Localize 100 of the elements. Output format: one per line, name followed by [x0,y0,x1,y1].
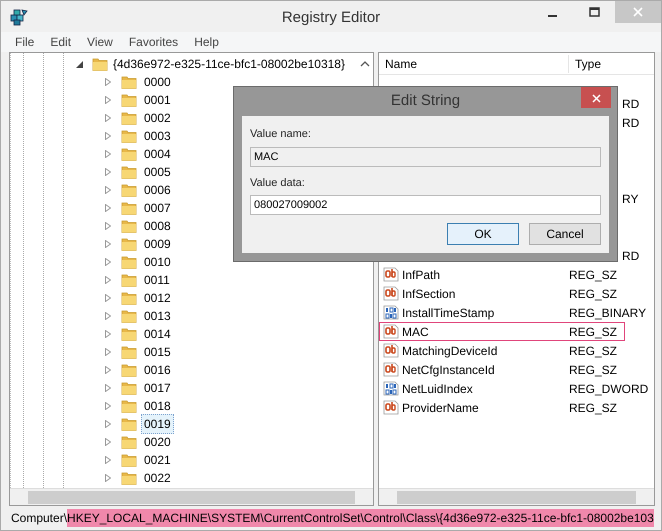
binary-value-icon [383,381,399,396]
value-type: REG_SZ [569,362,618,378]
value-type: REG_SZ [569,324,618,340]
tree-item[interactable]: 0008 [141,216,174,236]
value-type: RD [622,114,640,132]
value-type: RD [622,96,640,112]
cancel-button[interactable]: Cancel [529,223,601,245]
value-name[interactable]: NetLuidIndex [402,380,473,398]
value-type: REG_DWORD [569,380,648,398]
expand-triangle-icon[interactable] [105,276,111,284]
tree-item[interactable]: 0021 [141,450,174,470]
tree-item[interactable]: 0007 [141,198,174,218]
expand-triangle-icon[interactable] [105,474,111,482]
folder-icon [121,237,137,251]
tree-item[interactable]: 0016 [141,360,174,380]
expand-triangle-icon[interactable] [105,204,111,212]
close-button[interactable] [581,87,611,108]
folder-icon [121,291,137,305]
value-name[interactable]: InstallTimeStamp [402,304,494,322]
tree-item[interactable]: 0022 [141,468,174,488]
menu-item[interactable]: Help [186,32,227,52]
expand-triangle-icon[interactable] [105,438,111,446]
value-name[interactable]: MAC [402,322,429,340]
tree-item[interactable]: 0011 [141,270,173,290]
menu-item[interactable]: File [7,32,42,52]
expand-triangle-icon[interactable] [105,294,111,302]
value-data-field[interactable]: 080027009002 [250,195,601,215]
expand-triangle-icon[interactable] [105,384,111,392]
folder-icon [121,327,137,341]
value-name[interactable]: MatchingDeviceId [402,342,498,360]
string-value-icon [383,343,399,358]
expand-triangle-icon[interactable] [105,132,111,140]
folder-icon [121,255,137,269]
tree-item[interactable]: 0014 [141,324,174,344]
value-type: REG_SZ [569,342,618,360]
expand-triangle-icon[interactable] [105,78,111,86]
column-header[interactable]: Name [379,54,569,72]
value-name[interactable]: InfPath [402,266,440,284]
tree-item[interactable]: 0001 [141,90,174,110]
tree-item[interactable]: 0002 [141,108,174,128]
value-name[interactable]: ProviderName [402,398,479,416]
tree-item[interactable]: {4d36e972-e325-11ce-bfc1-08002be10318} [110,54,348,74]
tree-item[interactable]: 0015 [141,342,174,362]
folder-icon [121,363,137,377]
expand-triangle-icon[interactable] [105,186,111,194]
expand-triangle-icon[interactable] [105,240,111,248]
tree-item[interactable]: 0000 [141,72,174,92]
menu-item[interactable]: View [79,32,121,52]
expand-triangle-icon[interactable] [105,420,111,428]
scrollbar-thumb[interactable] [28,490,355,504]
value-name[interactable]: InfSection [402,284,456,302]
close-icon [633,7,643,17]
scrollbar-thumb[interactable] [397,490,636,504]
value-type: RD [622,248,640,264]
tree-item[interactable]: 0020 [141,432,174,452]
tree-item[interactable]: 0003 [141,126,174,146]
expand-triangle-icon[interactable] [105,330,111,338]
tree-item[interactable]: 0006 [141,180,174,200]
tree-item[interactable]: 0005 [141,162,174,182]
value-name[interactable]: NetCfgInstanceId [402,360,495,378]
tree-item[interactable]: 0018 [141,396,174,416]
expand-triangle-icon[interactable] [105,222,111,230]
expand-triangle-icon[interactable] [105,456,111,464]
close-icon [592,94,600,103]
folder-icon [121,453,137,467]
expand-triangle-icon[interactable] [105,258,111,266]
expand-triangle-icon[interactable] [105,96,111,104]
folder-icon [121,309,137,323]
tree-item[interactable]: 0013 [141,306,174,326]
column-header[interactable]: Type [569,54,602,72]
tree-item[interactable]: 0017 [141,378,174,398]
folder-icon [121,129,137,143]
folder-icon [121,219,137,233]
string-value-icon [383,324,399,339]
expand-triangle-icon[interactable] [105,348,111,356]
expand-triangle-icon[interactable] [105,150,111,158]
string-value-icon [383,362,399,377]
expand-triangle-icon[interactable] [105,312,111,320]
folder-icon [121,273,137,287]
value-type: REG_SZ [569,400,618,416]
tree-item[interactable]: 0019 [141,414,174,434]
tree-item[interactable]: 0012 [141,288,174,308]
ok-button[interactable]: OK [447,223,519,245]
collapse-triangle-icon[interactable] [76,60,83,68]
value-type: REG_SZ [569,266,618,284]
expand-triangle-icon[interactable] [105,402,111,410]
value-type: RY [622,190,638,208]
menu-item[interactable]: Favorites [120,32,186,52]
status-path: HKEY_LOCAL_MACHINE\SYSTEM\CurrentControlSet\Control\Class\{4d36e972-e325-11ce-bfc1-08002be103 [67,509,654,527]
folder-icon [121,201,137,215]
expand-triangle-icon[interactable] [105,168,111,176]
tree-item[interactable]: 0004 [141,144,174,164]
tree-item[interactable]: 0010 [141,252,174,272]
value-type: REG_BINARY [569,304,646,322]
tree-item[interactable]: 0009 [141,234,174,254]
field-label: Value data: [250,176,306,190]
expand-triangle-icon[interactable] [105,114,111,122]
folder-icon [121,471,137,485]
expand-triangle-icon[interactable] [105,366,111,374]
menu-item[interactable]: Edit [42,32,80,52]
